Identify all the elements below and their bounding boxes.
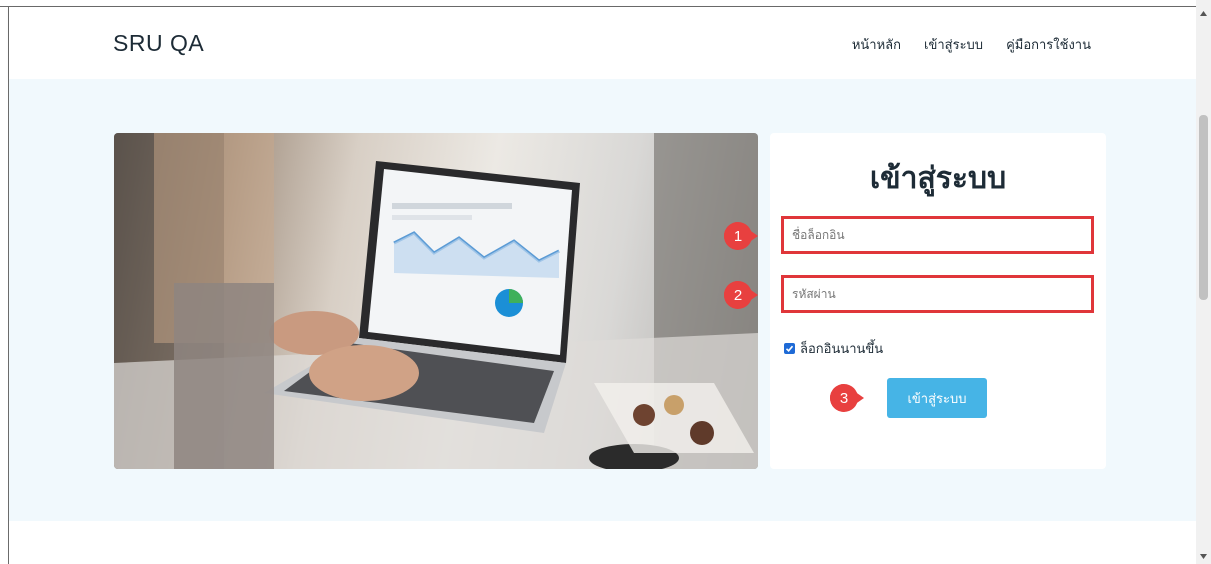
step-marker-2-label: 2: [733, 286, 743, 304]
scroll-down-icon[interactable]: [1196, 549, 1211, 564]
login-title: เข้าสู่ระบบ: [869, 161, 1007, 196]
nav-menu: หน้าหลัก เข้าสู่ระบบ คู่มือการใช้งาน: [829, 34, 1091, 55]
laptop-photo-illustration: [114, 133, 758, 469]
remember-me[interactable]: ล็อกอินนานขึ้น: [784, 338, 883, 359]
login-button[interactable]: เข้าสู่ระบบ: [887, 378, 987, 418]
nav-link-home[interactable]: หน้าหลัก: [852, 34, 901, 55]
password-field-wrapper: [781, 275, 1094, 313]
step-marker-1-label: 1: [733, 227, 743, 245]
remember-label: ล็อกอินนานขึ้น: [800, 342, 884, 357]
navbar: SRU QA หน้าหลัก เข้าสู่ระบบ คู่มือการใช้…: [9, 7, 1196, 79]
remember-checkbox[interactable]: [784, 343, 795, 354]
brand-logo[interactable]: SRU QA: [113, 30, 204, 57]
page-scrollbar[interactable]: [1196, 0, 1211, 564]
login-card: เข้าสู่ระบบ ล็อกอินนานขึ้น เข้าสู่ระบบ: [770, 133, 1106, 469]
step-marker-3: 3: [830, 384, 864, 412]
hero-photo: [114, 133, 758, 469]
step-marker-1: 1: [724, 222, 758, 250]
nav-link-manual[interactable]: คู่มือการใช้งาน: [1006, 34, 1091, 55]
step-marker-3-label: 3: [839, 389, 849, 407]
scroll-thumb[interactable]: [1199, 115, 1208, 300]
password-input[interactable]: [784, 278, 1091, 310]
step-marker-2: 2: [724, 281, 758, 309]
nav-link-login[interactable]: เข้าสู่ระบบ: [924, 34, 983, 55]
username-input[interactable]: [784, 219, 1091, 251]
username-field-wrapper: [781, 216, 1094, 254]
scroll-up-icon[interactable]: [1196, 6, 1211, 21]
check-icon: [785, 345, 794, 352]
